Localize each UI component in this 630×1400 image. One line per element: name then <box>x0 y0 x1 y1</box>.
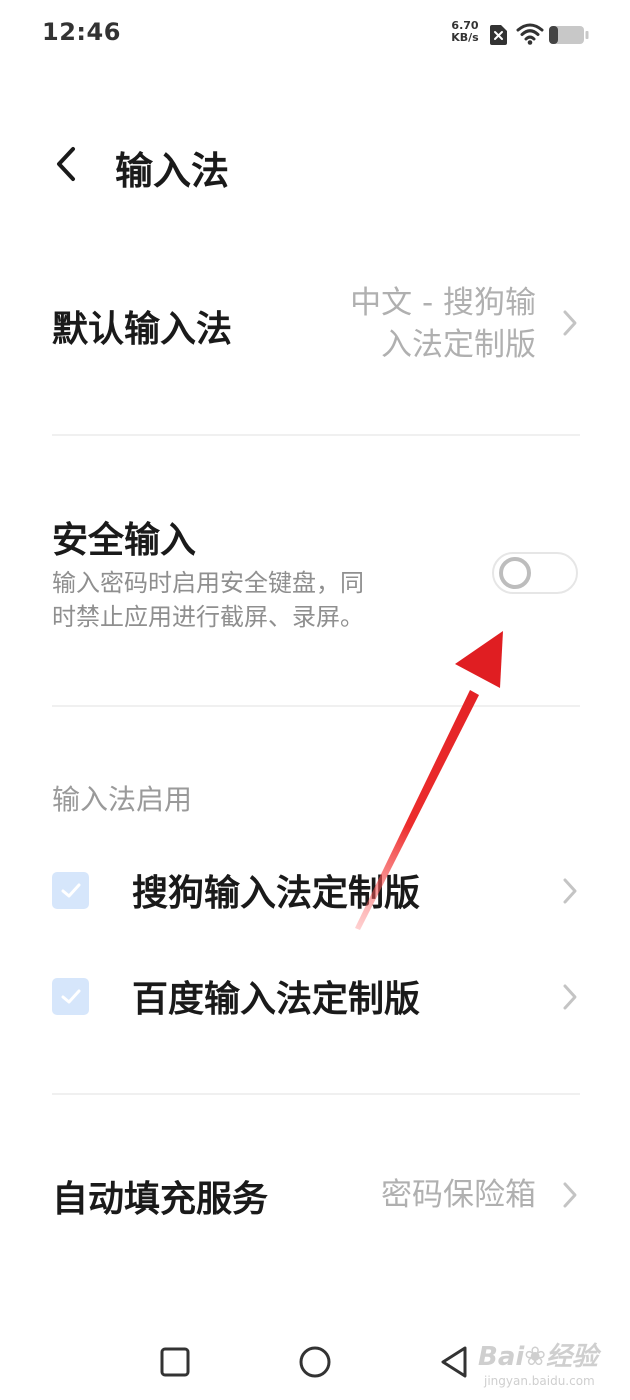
secure-input-desc-line2: 时禁止应用进行截屏、录屏。 <box>52 603 364 631</box>
secure-input-desc-line1: 输入密码时启用安全键盘，同 <box>52 569 364 597</box>
ime-checkbox-baidu[interactable] <box>52 978 89 1015</box>
autofill-service-label: 自动填充服务 <box>52 1179 269 1220</box>
network-speed: 6.70 KB/s <box>447 20 483 44</box>
divider <box>52 1093 580 1095</box>
secure-input-label: 安全输入 <box>52 520 197 561</box>
network-speed-unit: KB/s <box>451 31 479 44</box>
ime-item-baidu[interactable]: 百度输入法定制版 <box>52 958 580 1038</box>
status-bar: 12:46 6.70 KB/s <box>0 0 630 70</box>
chevron-right-icon <box>563 984 577 1010</box>
chevron-right-icon <box>563 1182 577 1208</box>
back-triangle-icon <box>441 1346 467 1378</box>
chevron-left-icon <box>57 147 75 181</box>
wifi-icon <box>516 22 544 50</box>
home-button[interactable] <box>295 1342 335 1382</box>
default-ime-row[interactable]: 默认输入法 中文 - 搜狗输 入法定制版 <box>52 270 580 380</box>
default-ime-value-line1: 中文 - 搜狗输 <box>350 285 536 321</box>
sim-disabled-icon <box>488 24 508 50</box>
ime-item-label: 百度输入法定制版 <box>132 979 421 1020</box>
secure-input-description: 输入密码时启用安全键盘，同 时禁止应用进行截屏、录屏。 <box>52 566 452 634</box>
page-header: 输入法 <box>0 120 630 210</box>
default-ime-value-line2: 入法定制版 <box>381 327 536 363</box>
default-ime-label: 默认输入法 <box>52 309 233 350</box>
recents-square-icon <box>160 1347 190 1377</box>
ime-section-label: 输入法启用 <box>52 783 193 816</box>
home-circle-icon <box>299 1346 331 1378</box>
checkmark-icon <box>61 883 80 897</box>
default-ime-value: 中文 - 搜狗输 入法定制版 <box>350 282 536 366</box>
page-title: 输入法 <box>115 149 230 193</box>
secure-input-toggle[interactable] <box>492 552 578 594</box>
status-time: 12:46 <box>42 18 121 46</box>
chevron-right-icon <box>563 878 577 904</box>
toggle-knob <box>499 557 531 589</box>
chevron-right-icon <box>563 310 577 336</box>
ime-item-label: 搜狗输入法定制版 <box>132 873 421 914</box>
watermark-logo: Bai❀经验 jingyan.baidu.com <box>478 1342 599 1388</box>
nav-back-button[interactable] <box>434 1342 474 1382</box>
ime-item-sogou[interactable]: 搜狗输入法定制版 <box>52 852 580 932</box>
autofill-service-row[interactable]: 自动填充服务 密码保险箱 <box>52 1150 580 1240</box>
checkmark-icon <box>61 989 80 1003</box>
battery-icon <box>548 24 590 50</box>
divider <box>52 705 580 707</box>
autofill-service-value: 密码保险箱 <box>381 1177 536 1213</box>
ime-checkbox-sogou[interactable] <box>52 872 89 909</box>
back-button[interactable] <box>44 142 88 186</box>
recents-button[interactable] <box>155 1342 195 1382</box>
divider <box>52 434 580 436</box>
